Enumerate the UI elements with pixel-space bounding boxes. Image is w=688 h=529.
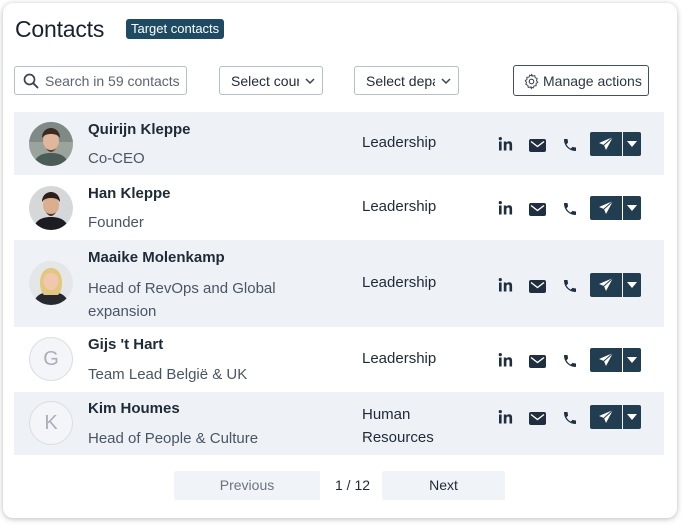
avatar: [29, 261, 73, 305]
chevron-down-icon: [305, 78, 315, 85]
contact-name[interactable]: Gijs 't Hart: [88, 336, 163, 353]
contact-name[interactable]: Quirijn Kleppe: [88, 121, 191, 138]
manage-actions-button[interactable]: Manage actions: [513, 65, 649, 96]
paper-plane-icon: [599, 352, 614, 366]
mail-icon[interactable]: [529, 412, 546, 425]
paper-plane-icon: [599, 277, 614, 291]
search-input[interactable]: Search in 59 contacts: [14, 66, 187, 95]
phone-icon[interactable]: [562, 278, 578, 294]
mail-icon[interactable]: [529, 203, 546, 216]
avatar-placeholder: G: [29, 337, 73, 381]
send-options-dropdown[interactable]: [623, 196, 641, 220]
linkedin-icon[interactable]: [498, 136, 514, 152]
mail-icon[interactable]: [529, 355, 546, 368]
send-button[interactable]: [590, 273, 622, 297]
send-button[interactable]: [590, 405, 622, 429]
target-contacts-badge[interactable]: Target contacts: [126, 19, 225, 39]
send-button[interactable]: [590, 348, 622, 372]
send-options-dropdown[interactable]: [623, 348, 641, 372]
linkedin-icon[interactable]: [498, 277, 514, 293]
country-select-value: Select country: [231, 73, 299, 89]
send-button[interactable]: [590, 132, 622, 156]
mail-icon[interactable]: [529, 280, 546, 293]
avatar: [29, 122, 73, 166]
send-options-dropdown[interactable]: [623, 405, 641, 429]
contact-role: Head of RevOps and Global expansion: [88, 280, 276, 320]
contact-role: Head of People & Culture: [88, 430, 259, 447]
table-row: K Kim Houmes Head of People & Culture Hu…: [14, 392, 664, 455]
paper-plane-icon: [599, 136, 614, 150]
contact-department: Leadership: [362, 350, 437, 367]
department-select-value: Select department: [366, 73, 435, 89]
phone-icon[interactable]: [562, 137, 578, 153]
contact-name[interactable]: Kim Houmes: [88, 400, 180, 417]
caret-down-icon: [627, 205, 637, 211]
avatar-placeholder: K: [29, 401, 73, 445]
linkedin-icon[interactable]: [498, 409, 514, 425]
send-options-dropdown[interactable]: [623, 132, 641, 156]
avatar: [29, 186, 73, 230]
linkedin-icon[interactable]: [498, 200, 514, 216]
previous-button[interactable]: Previous: [174, 471, 320, 500]
linkedin-icon[interactable]: [498, 352, 514, 368]
send-options-dropdown[interactable]: [623, 273, 641, 297]
contact-role: Founder: [88, 214, 144, 231]
contact-role: Co-CEO: [88, 150, 145, 167]
contact-name[interactable]: Han Kleppe: [88, 185, 171, 202]
paper-plane-icon: [599, 200, 614, 214]
search-placeholder: Search in 59 contacts: [45, 73, 180, 89]
next-button[interactable]: Next: [382, 471, 505, 500]
page-title: Contacts: [15, 16, 105, 42]
contact-department: Human Resources: [362, 406, 434, 446]
country-select[interactable]: Select country: [219, 66, 323, 95]
department-select[interactable]: Select department: [354, 66, 459, 95]
chevron-down-icon: [441, 78, 451, 85]
contact-department: Leadership: [362, 198, 437, 215]
phone-icon[interactable]: [562, 201, 578, 217]
caret-down-icon: [627, 141, 637, 147]
caret-down-icon: [627, 357, 637, 363]
contact-department: Leadership: [362, 274, 437, 291]
contact-role: Team Lead België & UK: [88, 366, 248, 383]
manage-actions-label: Manage actions: [543, 73, 642, 89]
mail-icon[interactable]: [529, 139, 546, 152]
search-icon: [23, 73, 39, 89]
page-indicator: 1 / 12: [335, 477, 371, 493]
contact-department: Leadership: [362, 134, 437, 151]
table-row: Han Kleppe Founder Leadership: [14, 176, 664, 239]
caret-down-icon: [627, 282, 637, 288]
contact-name[interactable]: Maaike Molenkamp: [88, 249, 225, 266]
caret-down-icon: [627, 414, 637, 420]
send-button[interactable]: [590, 196, 622, 220]
contacts-card: Contacts Target contacts Search in 59 co…: [3, 3, 677, 518]
table-row: G Gijs 't Hart Team Lead België & UK Lea…: [14, 328, 664, 391]
phone-icon[interactable]: [562, 353, 578, 369]
table-row: Quirijn Kleppe Co-CEO Leadership: [14, 112, 664, 175]
paper-plane-icon: [599, 409, 614, 423]
phone-icon[interactable]: [562, 410, 578, 426]
table-row: Maaike Molenkamp Head of RevOps and Glob…: [14, 240, 664, 327]
gear-icon: [524, 73, 539, 90]
